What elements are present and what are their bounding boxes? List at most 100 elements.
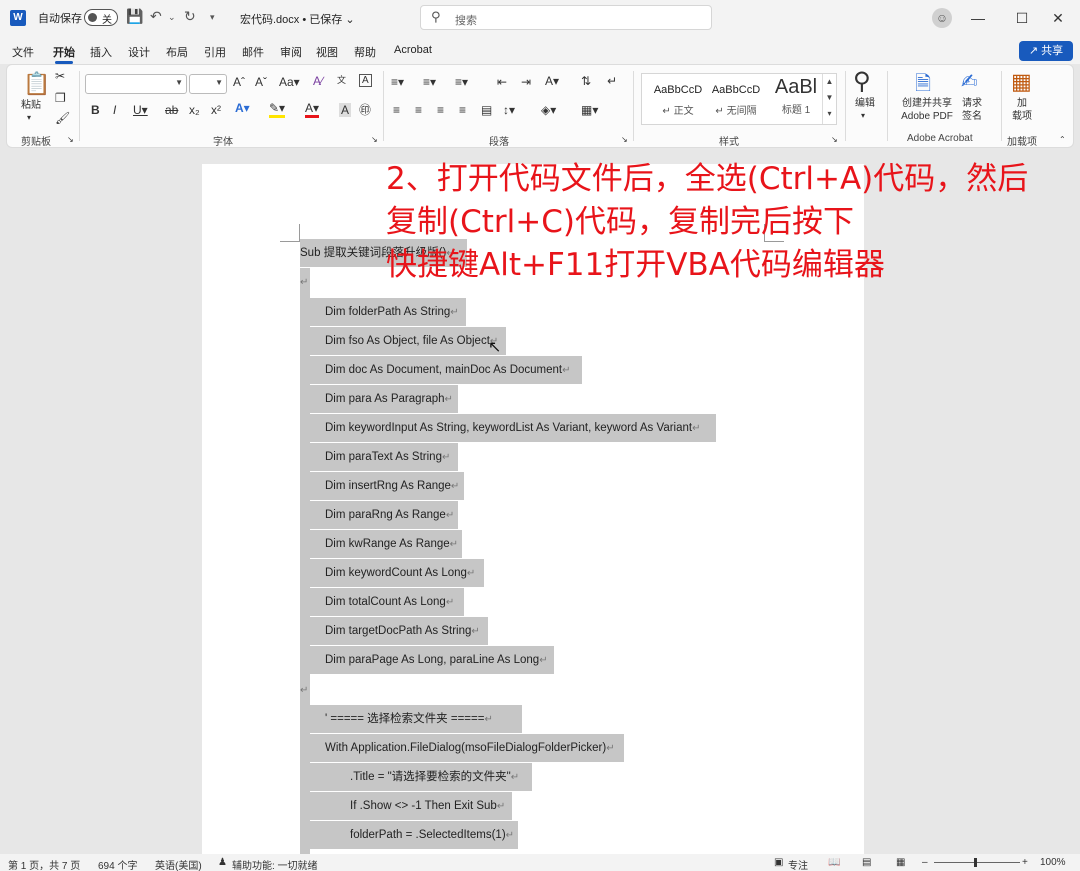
code-line[interactable]: Dim insertRng As Range↵: [310, 472, 464, 500]
save-icon[interactable]: 💾: [126, 8, 143, 25]
code-line[interactable]: Dim paraRng As Range↵: [310, 501, 458, 529]
tab-home[interactable]: 开始: [53, 44, 75, 60]
style-no-spacing[interactable]: AaBbCcD ↵ 无间隔: [706, 84, 766, 117]
shrink-font-icon[interactable]: Aˇ: [255, 75, 267, 89]
addins-button[interactable]: 加载项: [1007, 97, 1037, 123]
paste-dropdown-icon[interactable]: ▾: [27, 113, 31, 122]
subscript-icon[interactable]: x₂: [189, 103, 200, 117]
italic-icon[interactable]: I: [113, 103, 116, 117]
text-effects-icon[interactable]: A▾: [235, 101, 250, 115]
align-left-icon[interactable]: ≡: [393, 103, 400, 117]
code-line[interactable]: ↵: [300, 268, 310, 296]
code-line[interactable]: .Title = "请选择要检索的文件夹"↵: [310, 763, 532, 791]
language-indicator[interactable]: 英语(美国): [155, 857, 202, 871]
tab-insert[interactable]: 插入: [90, 44, 112, 60]
style-normal[interactable]: AaBbCcD ↵ 正文: [648, 84, 708, 117]
find-icon[interactable]: ⚲: [853, 67, 871, 96]
tab-design[interactable]: 设计: [128, 44, 150, 60]
page-count[interactable]: 第 1 页，共 7 页: [8, 857, 80, 871]
align-center-icon[interactable]: ≡: [415, 103, 422, 117]
numbering-icon[interactable]: ≡▾: [423, 75, 436, 89]
paragraph-launcher-icon[interactable]: ↘: [621, 135, 628, 144]
code-line[interactable]: Dim fso As Object, file As Object↵: [310, 327, 506, 355]
strikethrough-icon[interactable]: ab: [165, 103, 178, 117]
maximize-icon[interactable]: ☐: [1010, 6, 1034, 30]
line-spacing-icon[interactable]: ↕▾: [503, 103, 515, 117]
cut-icon[interactable]: ✂: [55, 69, 65, 83]
character-border-icon[interactable]: A: [359, 74, 372, 87]
autosave-toggle[interactable]: 关: [84, 9, 118, 26]
align-right-icon[interactable]: ≡: [437, 103, 444, 117]
zoom-level[interactable]: 100%: [1040, 857, 1066, 868]
clear-formatting-icon[interactable]: A∕: [313, 74, 323, 88]
sort-icon[interactable]: ⇅: [581, 74, 591, 88]
share-button[interactable]: ↗ 共享: [1019, 41, 1073, 61]
addins-icon[interactable]: ▦: [1011, 69, 1032, 95]
create-pdf-button[interactable]: 创建并共享 Adobe PDF: [895, 97, 959, 123]
code-line[interactable]: Dim targetDocPath As String↵: [310, 617, 488, 645]
justify-icon[interactable]: ≡: [459, 103, 466, 117]
highlight-icon[interactable]: ✎▾: [269, 101, 286, 118]
code-line[interactable]: Dim folderPath As String↵: [310, 298, 466, 326]
tab-help[interactable]: 帮助: [354, 44, 376, 60]
code-line[interactable]: Dim totalCount As Long↵: [310, 588, 464, 616]
tab-view[interactable]: 视图: [316, 44, 338, 60]
code-line[interactable]: If .Show <> -1 Then Exit Sub↵: [310, 792, 512, 820]
web-layout-icon[interactable]: ▦: [896, 857, 905, 868]
tab-layout[interactable]: 布局: [166, 44, 188, 60]
code-line[interactable]: Dim keywordInput As String, keywordList …: [310, 414, 716, 442]
distributed-icon[interactable]: ▤: [481, 103, 492, 117]
search-input[interactable]: ⚲ 搜索: [420, 5, 712, 30]
font-color-icon[interactable]: A▾: [305, 101, 320, 118]
code-line[interactable]: Dim paraText As String↵: [310, 443, 458, 471]
code-line[interactable]: folderPath = .SelectedItems(1)↵: [310, 821, 518, 849]
code-line[interactable]: Dim keywordCount As Long↵: [310, 559, 484, 587]
phonetic-guide-icon[interactable]: 文: [337, 73, 346, 86]
paste-label[interactable]: 粘贴: [21, 99, 41, 112]
underline-icon[interactable]: U▾: [133, 103, 148, 117]
code-line[interactable]: Dim paraPage As Long, paraLine As Long↵: [310, 646, 554, 674]
copy-icon[interactable]: ❐: [55, 91, 66, 105]
bullets-icon[interactable]: ≡▾: [391, 75, 404, 89]
styles-scroll[interactable]: ▲ ▼ ▾: [822, 74, 836, 124]
focus-label[interactable]: 专注: [788, 857, 808, 871]
account-avatar-icon[interactable]: ☺: [932, 8, 952, 28]
decrease-indent-icon[interactable]: ⇤: [497, 75, 507, 89]
shading-icon[interactable]: ◈▾: [541, 103, 556, 117]
style-heading-1[interactable]: AaBl 标题 1: [768, 76, 824, 116]
customize-toolbar-icon[interactable]: ▾: [210, 12, 215, 23]
collapse-ribbon-icon[interactable]: ⌃: [1059, 135, 1066, 144]
accessibility-status[interactable]: 辅助功能: 一切就绪: [232, 857, 318, 871]
document-title[interactable]: 宏代码.docx • 已保存 ⌄: [240, 11, 355, 27]
code-line[interactable]: Dim doc As Document, mainDoc As Document…: [310, 356, 582, 384]
font-size-select[interactable]: ▼: [189, 74, 227, 94]
zoom-in-icon[interactable]: +: [1022, 857, 1028, 868]
clipboard-launcher-icon[interactable]: ↘: [67, 135, 74, 144]
paste-icon[interactable]: 📋: [23, 71, 50, 97]
minimize-icon[interactable]: —: [966, 6, 990, 30]
character-shading-icon[interactable]: A: [339, 103, 352, 117]
font-name-select[interactable]: ▼: [85, 74, 187, 94]
code-line[interactable]: ' ===== 选择检索文件夹 =====↵: [310, 705, 522, 733]
zoom-out-icon[interactable]: –: [922, 857, 928, 868]
undo-icon[interactable]: ↶: [150, 8, 162, 25]
tab-mailings[interactable]: 邮件: [242, 44, 264, 60]
chinese-layout-icon[interactable]: A▾: [545, 74, 559, 88]
code-line[interactable]: With Application.FileDialog(msoFileDialo…: [310, 734, 624, 762]
multilevel-list-icon[interactable]: ≡▾: [455, 75, 468, 89]
code-line[interactable]: Dim para As Paragraph↵: [310, 385, 458, 413]
read-mode-icon[interactable]: 📖: [828, 857, 840, 868]
borders-icon[interactable]: ▦▾: [581, 103, 598, 117]
redo-icon[interactable]: ↻: [184, 8, 196, 25]
tab-acrobat[interactable]: Acrobat: [394, 44, 432, 56]
format-painter-icon[interactable]: 🖌: [55, 111, 70, 125]
styles-launcher-icon[interactable]: ↘: [831, 135, 838, 144]
tab-review[interactable]: 审阅: [280, 44, 302, 60]
undo-dropdown-icon[interactable]: ⌄: [168, 12, 176, 23]
request-signature-icon[interactable]: ✍: [961, 69, 978, 94]
print-layout-icon[interactable]: ▤: [862, 857, 871, 868]
tab-references[interactable]: 引用: [204, 44, 226, 60]
change-case-icon[interactable]: Aa▾: [279, 75, 300, 89]
editing-label[interactable]: 编辑: [853, 97, 877, 110]
enclose-characters-icon[interactable]: ㊞: [359, 101, 371, 118]
